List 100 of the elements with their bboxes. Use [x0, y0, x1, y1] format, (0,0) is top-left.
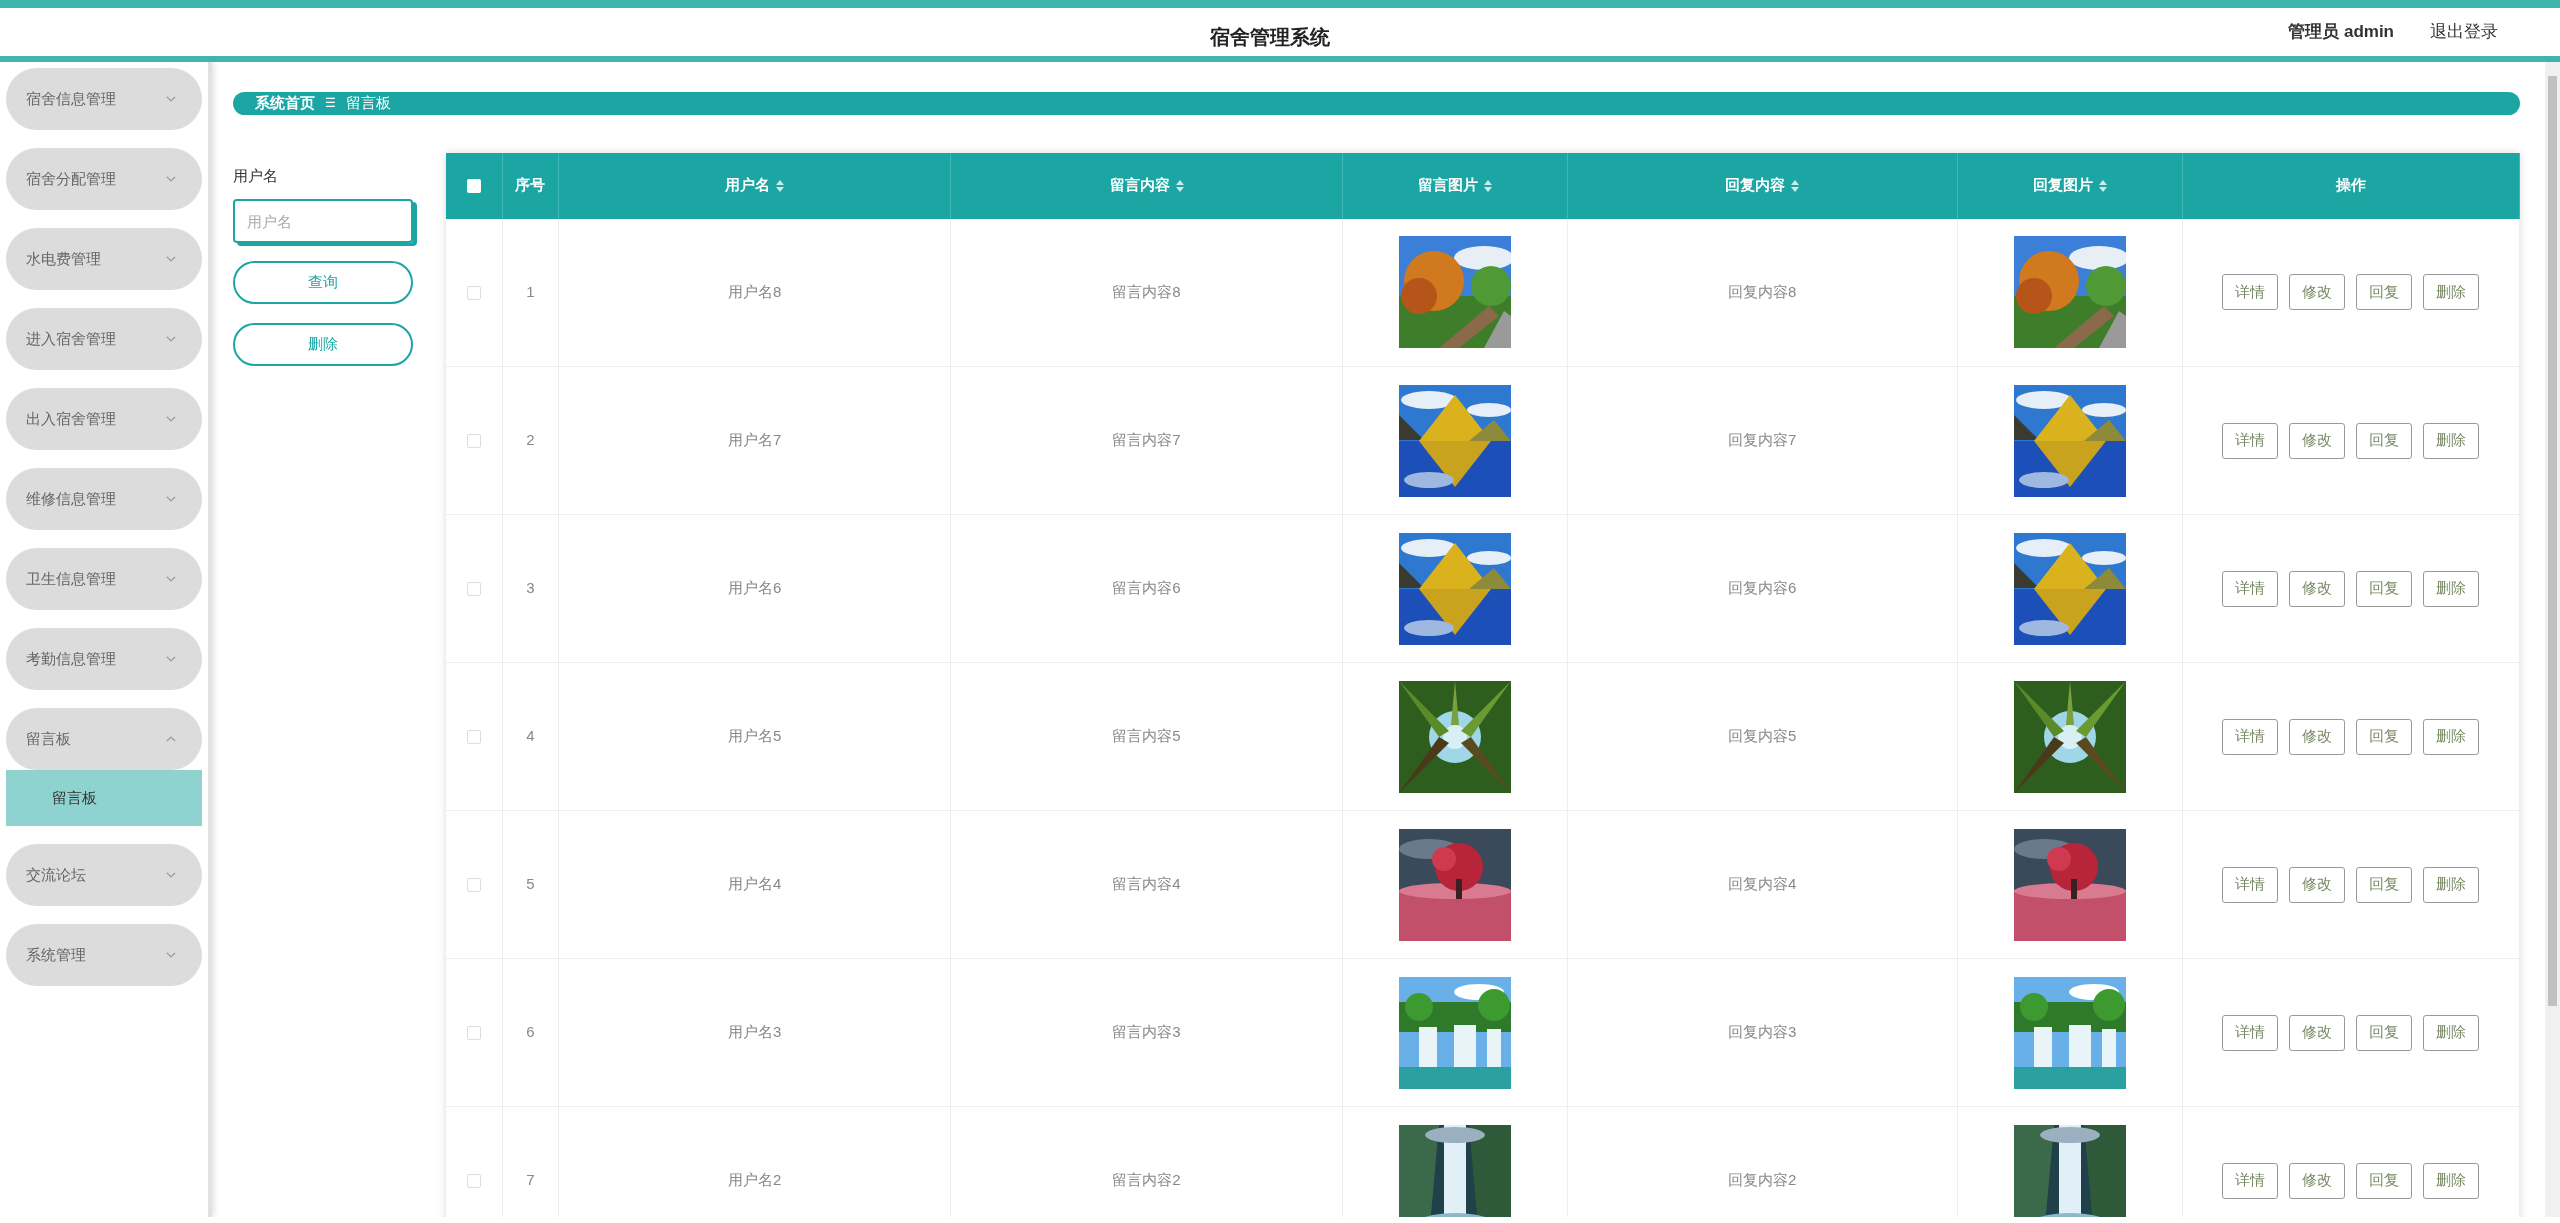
- table-cell: 回复内容3: [1728, 1023, 1797, 1041]
- table-cell: 回复内容8: [1728, 283, 1797, 300]
- edit-button[interactable]: 修改: [2289, 422, 2346, 459]
- sort-icon[interactable]: [1791, 179, 1800, 192]
- edit-button[interactable]: 修改: [2289, 274, 2346, 311]
- column-header[interactable]: 留言内容: [1109, 174, 1170, 197]
- row-checkbox[interactable]: [466, 434, 481, 449]
- row-checkbox[interactable]: [466, 878, 481, 893]
- sidebar-item[interactable]: 考勤信息管理: [6, 628, 202, 690]
- row-number: 4: [526, 727, 535, 745]
- reply-button[interactable]: 回复: [2356, 274, 2413, 311]
- table-cell: 留言内容4: [1112, 875, 1181, 893]
- sort-icon[interactable]: [1175, 179, 1184, 192]
- delete-button[interactable]: 删除: [233, 323, 413, 366]
- details-button[interactable]: 详情: [2222, 866, 2279, 903]
- table-cell: 回复内容4: [1728, 875, 1797, 893]
- details-button[interactable]: 详情: [2222, 274, 2279, 311]
- table-cell: 用户名7: [727, 431, 782, 449]
- reply-button[interactable]: 回复: [2356, 866, 2413, 903]
- chevron-up-icon: [166, 736, 176, 742]
- search-button[interactable]: 查询: [233, 261, 413, 304]
- column-header[interactable]: 留言图片: [1417, 174, 1478, 197]
- edit-button[interactable]: 修改: [2289, 1162, 2346, 1199]
- row-checkbox[interactable]: [466, 286, 481, 301]
- table-cell: 回复内容6: [1728, 579, 1797, 597]
- delete-button[interactable]: 删除: [2423, 422, 2480, 459]
- reply-button[interactable]: 回复: [2356, 1162, 2413, 1199]
- row-checkbox[interactable]: [466, 1026, 481, 1041]
- row-number: 6: [526, 1023, 535, 1041]
- column-header[interactable]: 回复内容: [1725, 174, 1786, 197]
- delete-button[interactable]: 删除: [2423, 1014, 2480, 1051]
- sidebar-item[interactable]: 维修信息管理: [6, 468, 202, 530]
- sidebar-item[interactable]: 出入宿舍管理: [6, 388, 202, 450]
- chevron-down-icon: [166, 336, 176, 342]
- sidebar-subitem[interactable]: 留言板: [6, 770, 202, 826]
- table-cell: 留言内容3: [1112, 1023, 1181, 1041]
- breadcrumb-current: 留言板: [346, 93, 391, 113]
- table-cell: 留言内容2: [1112, 1171, 1181, 1189]
- reply-button[interactable]: 回复: [2356, 422, 2413, 459]
- sidebar-item[interactable]: 卫生信息管理: [6, 548, 202, 610]
- chevron-down-icon: [166, 416, 176, 422]
- delete-button[interactable]: 删除: [2423, 718, 2480, 755]
- logout-link[interactable]: 退出登录: [2430, 19, 2498, 45]
- sort-icon[interactable]: [2098, 179, 2107, 192]
- column-header[interactable]: 序号: [515, 174, 546, 197]
- table-cell: 用户名3: [727, 1023, 782, 1041]
- table-cell: 留言内容7: [1112, 431, 1181, 449]
- table-cell: 回复内容5: [1728, 727, 1797, 745]
- column-header[interactable]: 回复图片: [2032, 174, 2093, 197]
- column-header[interactable]: 操作: [2335, 174, 2366, 197]
- delete-button[interactable]: 删除: [2423, 570, 2480, 607]
- details-button[interactable]: 详情: [2222, 718, 2279, 755]
- row-checkbox[interactable]: [466, 730, 481, 745]
- details-button[interactable]: 详情: [2222, 570, 2279, 607]
- edit-button[interactable]: 修改: [2289, 718, 2346, 755]
- sidebar-item[interactable]: 水电费管理: [6, 228, 202, 290]
- details-button[interactable]: 详情: [2222, 1014, 2279, 1051]
- column-header[interactable]: 用户名: [725, 174, 771, 197]
- delete-button[interactable]: 删除: [2423, 1162, 2480, 1199]
- row-number: 7: [526, 1171, 535, 1189]
- sidebar-item[interactable]: 系统管理: [6, 924, 202, 986]
- row-checkbox[interactable]: [466, 582, 481, 597]
- table-cell: 用户名6: [727, 579, 782, 597]
- scrollbar[interactable]: [2545, 62, 2560, 1217]
- row-number: 3: [526, 579, 535, 597]
- table-cell: 用户名5: [727, 727, 782, 745]
- select-all-checkbox[interactable]: [466, 179, 481, 194]
- reply-button[interactable]: 回复: [2356, 1014, 2413, 1051]
- table-cell: 用户名4: [727, 875, 782, 893]
- delete-button[interactable]: 删除: [2423, 866, 2480, 903]
- table-cell: 留言内容6: [1112, 579, 1181, 597]
- chevron-down-icon: [166, 952, 176, 958]
- breadcrumb-link[interactable]: 系统首页: [255, 92, 315, 115]
- chevron-down-icon: [166, 872, 176, 878]
- row-checkbox[interactable]: [466, 1174, 481, 1189]
- chevron-down-icon: [166, 656, 176, 662]
- table-cell: 留言内容5: [1112, 727, 1181, 745]
- details-button[interactable]: 详情: [2222, 1162, 2279, 1199]
- reply-button[interactable]: 回复: [2356, 570, 2413, 607]
- edit-button[interactable]: 修改: [2289, 570, 2346, 607]
- reply-button[interactable]: 回复: [2356, 718, 2413, 755]
- field-label: 用户名: [233, 165, 279, 186]
- edit-button[interactable]: 修改: [2289, 866, 2346, 903]
- sort-icon[interactable]: [1483, 179, 1492, 192]
- sidebar-item[interactable]: 宿舍分配管理: [6, 148, 202, 210]
- details-button[interactable]: 详情: [2222, 422, 2279, 459]
- chevron-down-icon: [166, 576, 176, 582]
- delete-button[interactable]: 删除: [2423, 274, 2480, 311]
- app-title: 宿舍管理系统: [1210, 25, 1330, 50]
- table-cell: 用户名2: [727, 1171, 782, 1189]
- row-number: 5: [526, 875, 535, 893]
- table-cell: 回复内容7: [1728, 431, 1797, 449]
- sort-icon[interactable]: [776, 179, 785, 192]
- sidebar-item[interactable]: 宿舍信息管理: [6, 68, 202, 130]
- sidebar-item[interactable]: 交流论坛: [6, 844, 202, 906]
- sidebar-item[interactable]: 留言板: [6, 708, 202, 770]
- edit-button[interactable]: 修改: [2289, 1014, 2346, 1051]
- sidebar-item[interactable]: 进入宿舍管理: [6, 308, 202, 370]
- row-number: 1: [526, 283, 535, 300]
- table-cell: 回复内容2: [1728, 1171, 1797, 1189]
